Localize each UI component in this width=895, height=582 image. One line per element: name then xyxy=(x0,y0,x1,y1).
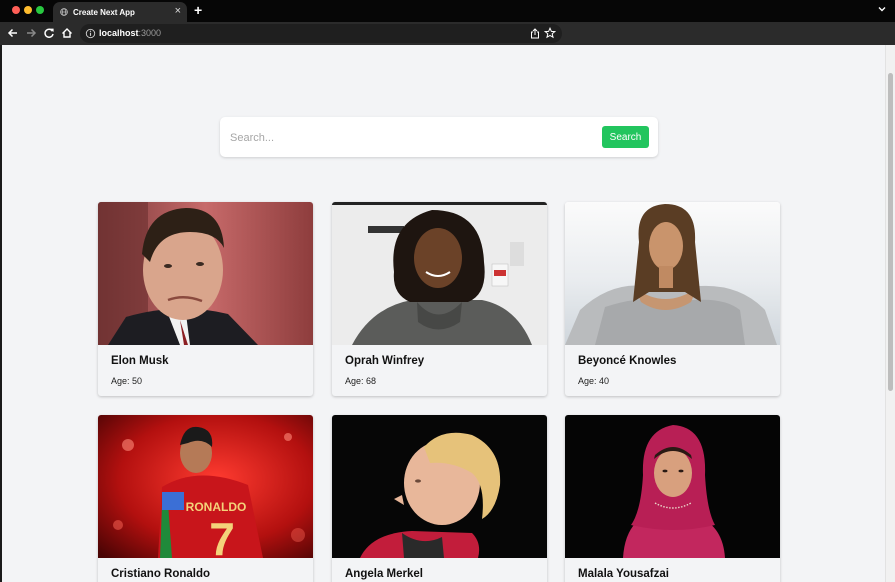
person-name: Beyoncé Knowles xyxy=(578,355,677,367)
search-button[interactable]: Search xyxy=(602,126,649,148)
home-icon[interactable] xyxy=(61,27,73,39)
person-name: Oprah Winfrey xyxy=(345,355,425,367)
person-name: Angela Merkel xyxy=(345,568,423,580)
search-input[interactable] xyxy=(228,127,592,149)
person-card[interactable]: Beyoncé Knowles Age: 40 xyxy=(565,202,780,396)
reload-icon[interactable] xyxy=(43,27,55,39)
bookmark-star-icon[interactable] xyxy=(544,27,556,39)
tab-title: Create Next App xyxy=(73,8,135,17)
forward-arrow-icon[interactable] xyxy=(25,27,37,39)
page-scrollbar[interactable] xyxy=(885,45,895,582)
person-photo xyxy=(332,202,547,345)
person-photo xyxy=(332,415,547,558)
address-bar[interactable]: localhost:3000 xyxy=(80,24,562,43)
person-card[interactable]: Elon Musk Age: 50 xyxy=(98,202,313,396)
person-card[interactable]: Oprah Winfrey Age: 68 xyxy=(332,202,547,396)
person-photo: RONALDO 7 xyxy=(98,415,313,558)
chevron-down-icon[interactable] xyxy=(877,4,887,14)
search-bar: Search xyxy=(220,117,658,157)
person-photo xyxy=(565,202,780,345)
page-viewport: Search Elon Musk Age: 50 xyxy=(0,45,895,582)
jersey-number-text: 7 xyxy=(209,513,235,558)
person-card[interactable]: Angela Merkel xyxy=(332,415,547,582)
person-age: Age: 68 xyxy=(345,376,377,386)
person-age: Age: 40 xyxy=(578,376,610,386)
person-age: Age: 50 xyxy=(111,376,143,386)
minimize-window-button[interactable] xyxy=(24,6,32,14)
tab-close-icon[interactable]: × xyxy=(175,5,181,17)
maximize-window-button[interactable] xyxy=(36,6,44,14)
back-arrow-icon[interactable] xyxy=(7,27,19,39)
browser-tab[interactable]: Create Next App × xyxy=(53,2,187,22)
globe-icon xyxy=(60,8,68,16)
close-window-button[interactable] xyxy=(12,6,20,14)
person-name: Cristiano Ronaldo xyxy=(111,568,211,580)
url-host: localhost xyxy=(99,28,139,38)
person-name: Elon Musk xyxy=(111,355,169,367)
jersey-name-text: RONALDO xyxy=(186,500,247,514)
url-port: :3000 xyxy=(138,28,162,38)
person-photo xyxy=(98,202,313,345)
person-name: Malala Yousafzai xyxy=(578,568,669,580)
new-tab-button[interactable]: + xyxy=(194,2,202,18)
share-icon[interactable] xyxy=(530,28,540,39)
viewport-edge xyxy=(0,45,2,582)
window-titlebar: Create Next App × + xyxy=(0,0,895,22)
url-text: localhost:3000 xyxy=(99,28,161,38)
person-photo xyxy=(565,415,780,558)
person-card[interactable]: Malala Yousafzai xyxy=(565,415,780,582)
scrollbar-thumb[interactable] xyxy=(888,73,893,391)
person-card[interactable]: RONALDO 7 Cristiano Ronaldo xyxy=(98,415,313,582)
info-icon[interactable] xyxy=(85,28,96,39)
browser-toolbar: localhost:3000 xyxy=(0,22,895,45)
